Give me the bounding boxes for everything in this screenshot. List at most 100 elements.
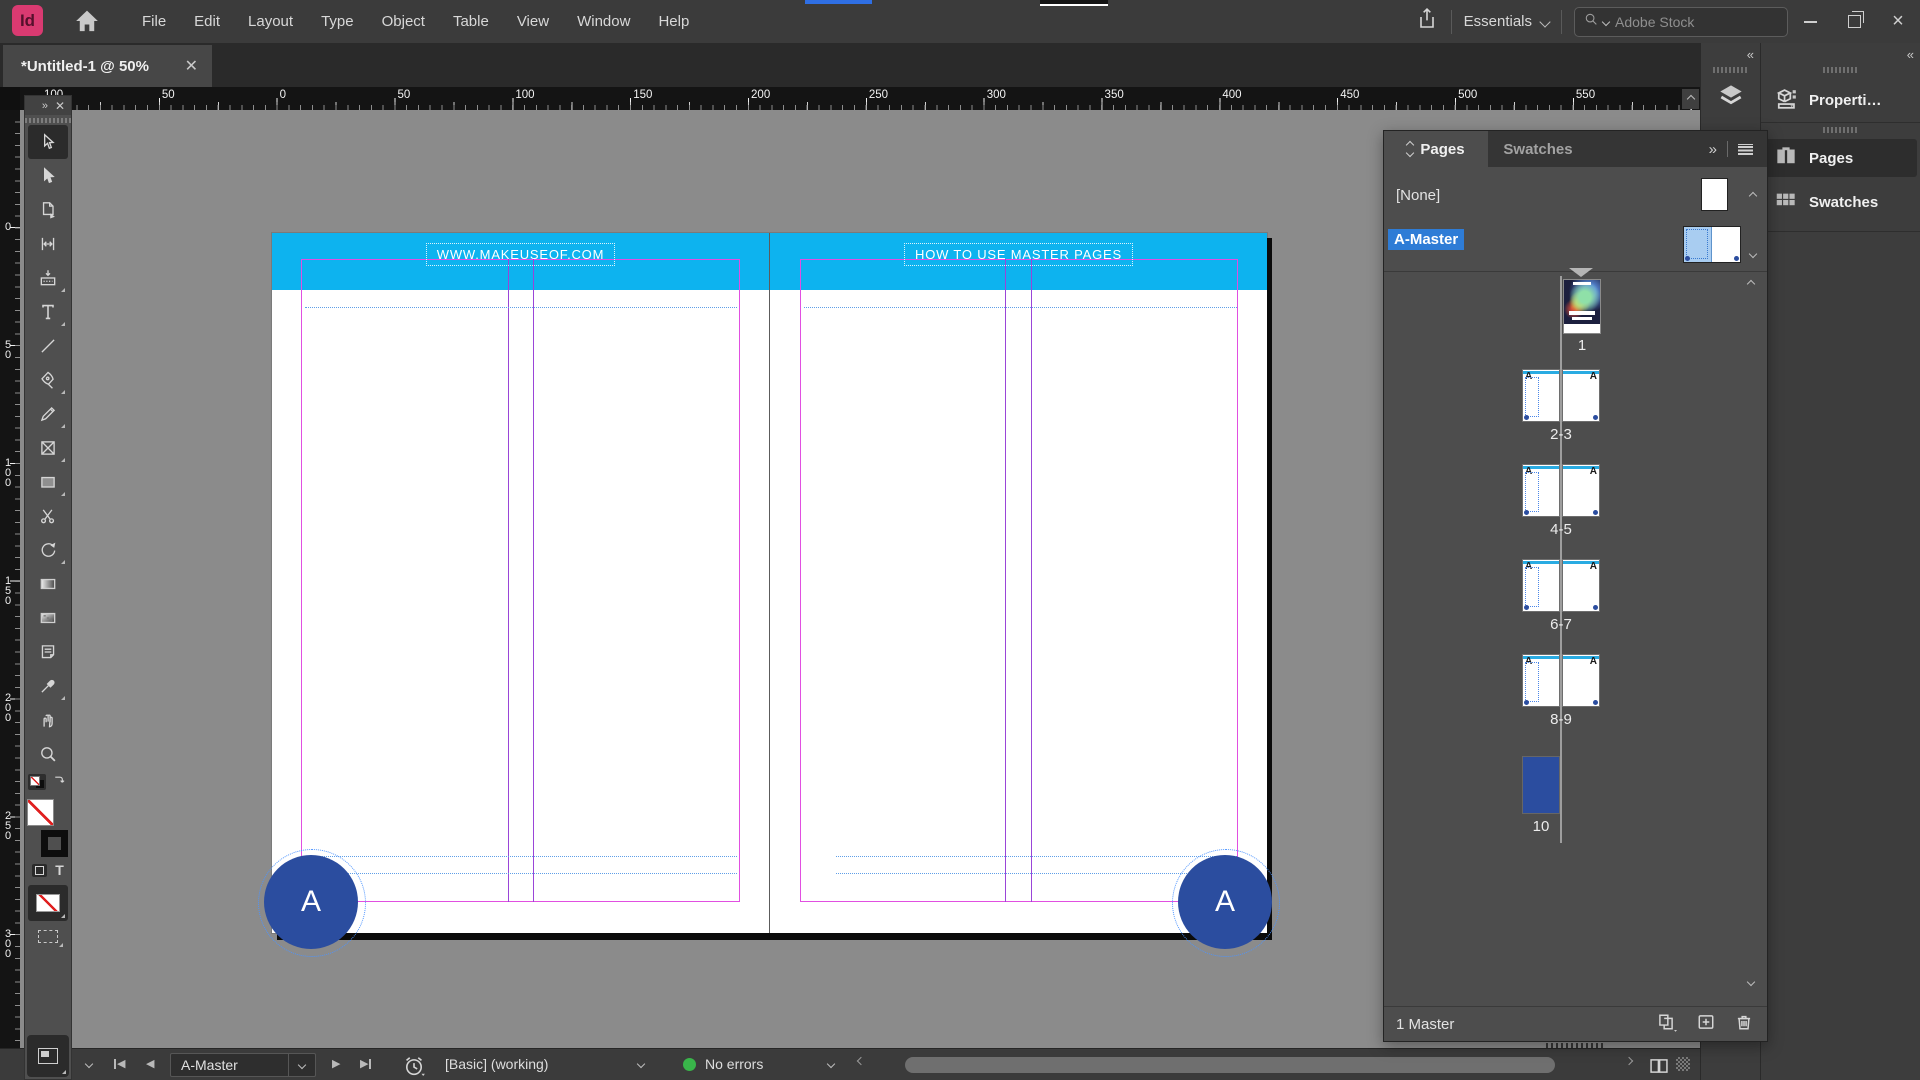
apply-style-icon[interactable]: [28, 921, 68, 951]
page-tool[interactable]: [28, 193, 68, 227]
horizontal-ruler[interactable]: 10050050100150200250300350400450500550: [20, 87, 1700, 110]
scroll-right-arrow[interactable]: [1626, 1058, 1632, 1064]
fill-swatch-none[interactable]: [27, 799, 54, 826]
formatting-text-icon[interactable]: T: [55, 862, 64, 878]
header-text-frame-right[interactable]: HOW TO USE MASTER PAGES: [770, 243, 1267, 266]
spread-item-2-3[interactable]: AA: [1522, 369, 1600, 422]
new-page-icon[interactable]: [1695, 1011, 1717, 1037]
menu-window[interactable]: Window: [563, 13, 644, 30]
menu-type[interactable]: Type: [307, 13, 368, 30]
close-button[interactable]: ×: [1876, 4, 1920, 40]
delete-page-icon[interactable]: [1733, 1011, 1755, 1037]
dock-grip[interactable]: [1713, 67, 1749, 73]
tab-swatches[interactable]: Swatches: [1488, 131, 1588, 167]
scroll-up-hint[interactable]: [1747, 280, 1755, 288]
page-thumbnail[interactable]: A: [1562, 559, 1600, 612]
ruler-corner[interactable]: [0, 87, 21, 110]
master-none-row[interactable]: [None]: [1396, 187, 1440, 204]
status-chevron[interactable]: [86, 1061, 92, 1067]
formatting-container-icon[interactable]: [32, 864, 47, 877]
selection-tool[interactable]: [28, 125, 68, 159]
free-transform-tool[interactable]: [28, 533, 68, 567]
spread-item-4-5[interactable]: AA: [1522, 464, 1600, 517]
collapse-dock-icon[interactable]: «: [1747, 47, 1753, 62]
panel-resize-grip[interactable]: [1546, 1043, 1606, 1048]
search-input[interactable]: [1613, 13, 1737, 31]
tab-pages[interactable]: Pages: [1384, 131, 1488, 167]
page-thumbnail[interactable]: A: [1522, 559, 1560, 612]
spread-item-1[interactable]: [1563, 279, 1601, 334]
hand-tool[interactable]: [28, 703, 68, 737]
status-chevron[interactable]: [828, 1061, 834, 1067]
page-thumbnail[interactable]: A: [1562, 654, 1600, 707]
default-fill-stroke-icon[interactable]: [28, 774, 46, 790]
menu-help[interactable]: Help: [644, 13, 703, 30]
window-resize-grip[interactable]: [1676, 1057, 1690, 1071]
master-a-row[interactable]: A-Master: [1388, 229, 1464, 250]
line-tool[interactable]: [28, 329, 68, 363]
properties-panel-button[interactable]: Properti…: [1765, 81, 1917, 119]
home-icon[interactable]: [74, 8, 100, 39]
spread-item-6-7[interactable]: AA: [1522, 559, 1600, 612]
page-thumbnail[interactable]: A: [1522, 654, 1560, 707]
spread-item-8-9[interactable]: AA: [1522, 654, 1600, 707]
pen-tool[interactable]: [28, 363, 68, 397]
scroll-down-hint[interactable]: [1749, 250, 1757, 258]
ruler-scroll-up[interactable]: [1682, 89, 1699, 109]
gap-tool[interactable]: [28, 227, 68, 261]
previous-page-button[interactable]: ◀: [146, 1057, 154, 1070]
scroll-up-hint[interactable]: [1749, 192, 1757, 200]
collapse-dock-icon[interactable]: «: [1907, 47, 1913, 62]
dock-grip[interactable]: [1823, 67, 1859, 73]
menu-edit[interactable]: Edit: [180, 13, 234, 30]
menu-table[interactable]: Table: [439, 13, 503, 30]
spread-view-icon[interactable]: [1648, 1055, 1670, 1077]
master-a-thumbnail[interactable]: [1683, 226, 1741, 263]
stock-search[interactable]: [1574, 7, 1788, 37]
stroke-swatch[interactable]: [41, 830, 68, 857]
page-thumbnail[interactable]: A: [1522, 464, 1560, 517]
menu-layout[interactable]: Layout: [234, 13, 307, 30]
frame-tool[interactable]: [28, 431, 68, 465]
next-page-button[interactable]: ▶: [332, 1057, 340, 1070]
gradient-swatch-tool[interactable]: [28, 567, 68, 601]
direct-selection-tool[interactable]: [28, 159, 68, 193]
menu-view[interactable]: View: [503, 13, 563, 30]
pages-panel-button[interactable]: Pages: [1765, 139, 1917, 177]
background-tasks-icon[interactable]: [402, 1054, 426, 1078]
dock-grip[interactable]: [1823, 127, 1859, 133]
close-icon[interactable]: ✕: [55, 99, 65, 113]
apply-none-button[interactable]: [28, 885, 68, 921]
last-page-button[interactable]: ▶: [360, 1057, 371, 1070]
pencil-tool[interactable]: [28, 397, 68, 431]
collapse-panel-icon[interactable]: »: [1709, 141, 1717, 158]
workspace-switcher[interactable]: Essentials: [1464, 13, 1549, 30]
panel-grip[interactable]: [25, 117, 71, 124]
header-text-frame-left[interactable]: WWW.MAKEUSEOF.COM: [272, 243, 769, 266]
spread-item-10[interactable]: [1522, 756, 1560, 814]
rectangle-tool[interactable]: [28, 465, 68, 499]
preflight-chevron[interactable]: [638, 1061, 644, 1067]
scroll-down-hint[interactable]: [1747, 978, 1755, 986]
scissors-tool[interactable]: [28, 499, 68, 533]
swatches-panel-button[interactable]: Swatches: [1765, 183, 1917, 221]
vertical-ruler[interactable]: 050100150200250300: [0, 110, 20, 1048]
layers-panel-icon[interactable]: [1716, 81, 1746, 116]
screen-mode-button[interactable]: [27, 1035, 69, 1077]
content-collector-tool[interactable]: [28, 261, 68, 295]
eyedropper-tool[interactable]: [28, 669, 68, 703]
panel-menu-icon[interactable]: [1738, 144, 1753, 155]
master-none-thumbnail[interactable]: [1701, 178, 1728, 211]
edit-page-size-icon[interactable]: [1653, 1011, 1679, 1037]
document-tab[interactable]: *Untitled-1 @ 50% ✕: [3, 45, 212, 87]
first-page-button[interactable]: ◀: [114, 1057, 125, 1070]
page-thumbnail[interactable]: [1563, 279, 1601, 334]
horizontal-scrollbar[interactable]: [905, 1057, 1555, 1073]
preflight-profile[interactable]: [Basic] (working): [445, 1056, 548, 1072]
restore-button[interactable]: [1832, 4, 1876, 40]
scroll-left-arrow[interactable]: [858, 1058, 864, 1064]
page-thumbnail[interactable]: A: [1522, 369, 1560, 422]
menu-object[interactable]: Object: [368, 13, 439, 30]
note-tool[interactable]: [28, 635, 68, 669]
close-tab-icon[interactable]: ✕: [185, 56, 198, 76]
